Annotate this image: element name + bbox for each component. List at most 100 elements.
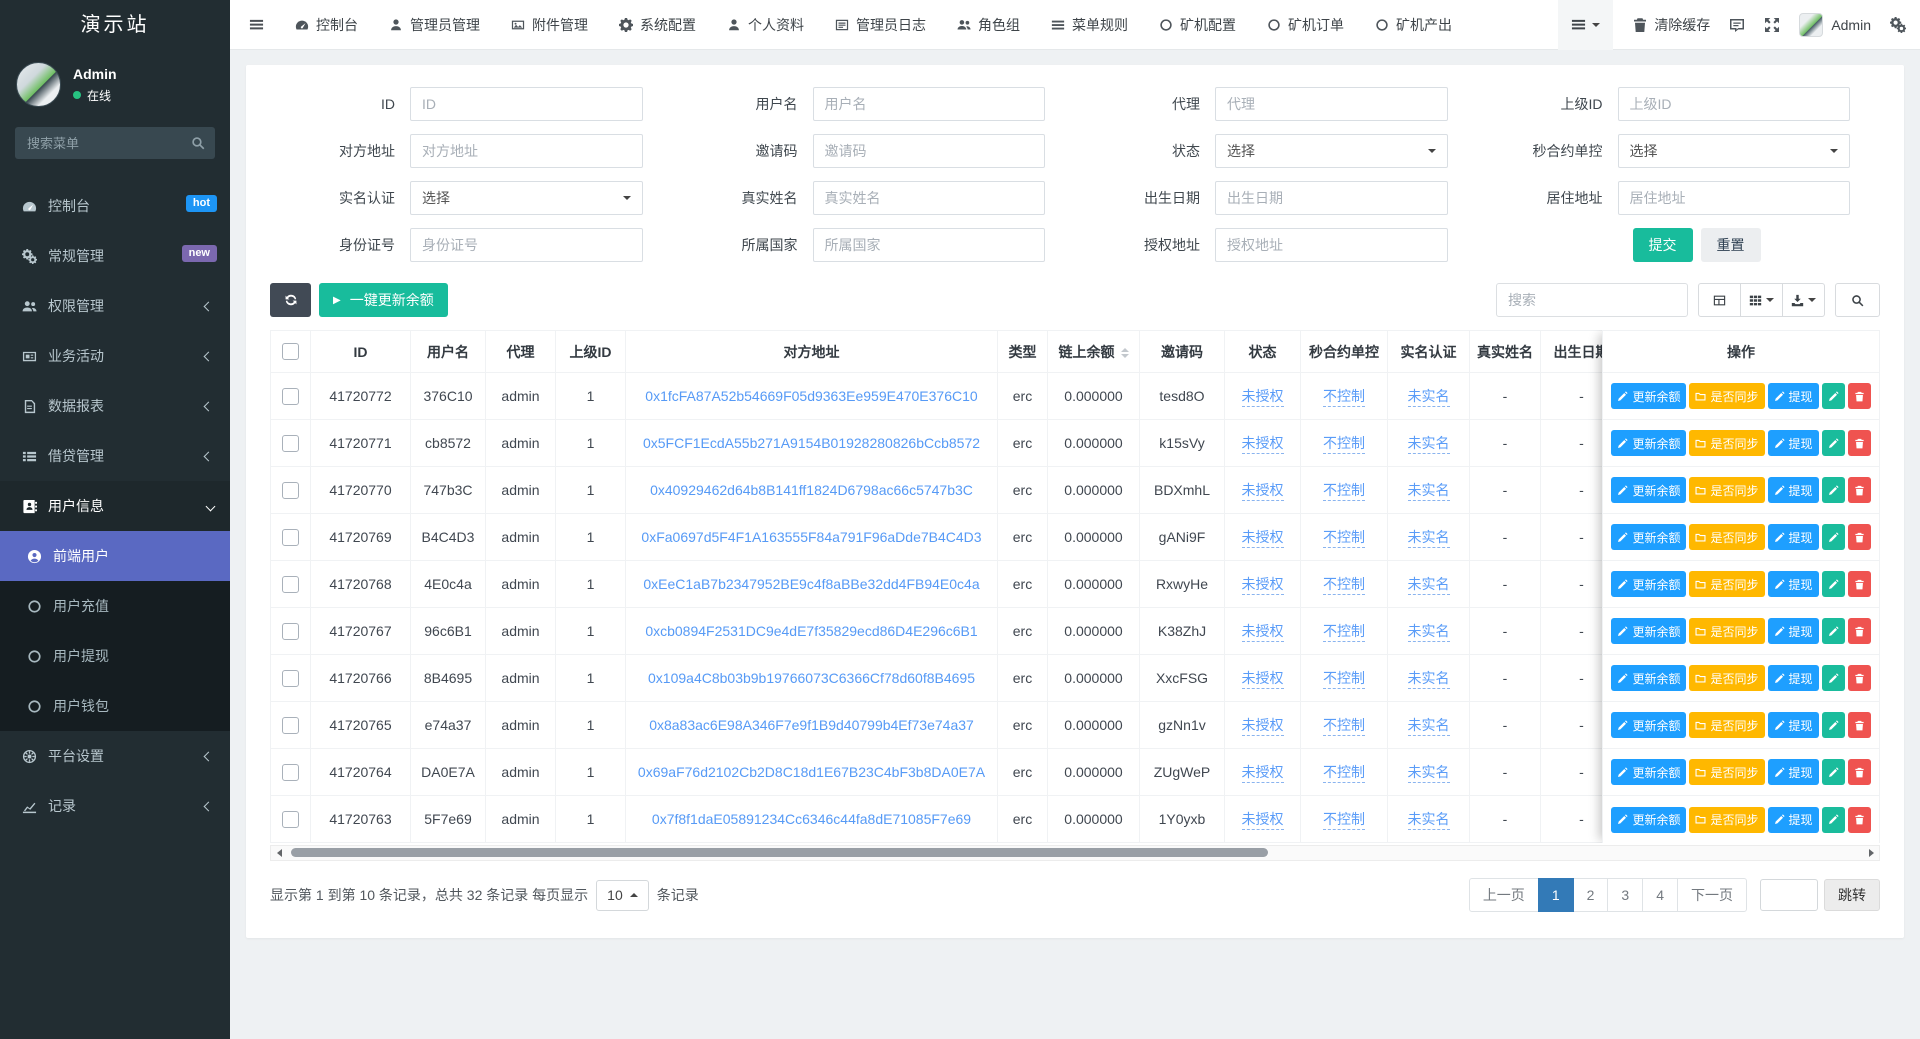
update-balance-button[interactable]: 更新余额 [1611,759,1686,785]
detail-view-button[interactable] [1698,283,1741,317]
export-button[interactable] [1782,283,1825,317]
edit-button[interactable] [1822,665,1845,691]
contract-control-link[interactable]: 不控制 [1323,764,1365,783]
address-link[interactable]: 0x1fcFA87A52b54669F05d9363Ee959E470E376C… [645,388,977,404]
address-link[interactable]: 0x40929462d64b8B141ff1824D6798ac66c5747b… [650,482,973,498]
reset-button[interactable]: 重置 [1701,228,1761,262]
delete-button[interactable] [1848,759,1871,785]
sidebar-toggle-button[interactable] [230,0,283,49]
edit-button[interactable] [1822,383,1845,409]
address-link[interactable]: 0x109a4C8b03b9b19766073C6366Cf78d60f8B46… [648,670,975,686]
status-link[interactable]: 未授权 [1242,811,1284,830]
sidebar-item[interactable]: 借贷管理 [0,431,230,481]
filter-input[interactable] [813,228,1046,262]
filter-input[interactable] [813,181,1046,215]
column-header[interactable]: 链上余额 [1048,331,1140,373]
contract-control-link[interactable]: 不控制 [1323,435,1365,454]
sidebar-item[interactable]: 用户信息 [0,481,230,531]
withdraw-button[interactable]: 提现 [1768,430,1819,456]
filter-input[interactable] [1618,181,1851,215]
search-button[interactable] [1835,283,1880,317]
filter-select[interactable]: 选择 [410,181,643,215]
edit-button[interactable] [1822,712,1845,738]
sync-button[interactable]: 是否同步 [1689,477,1764,503]
withdraw-button[interactable]: 提现 [1768,383,1819,409]
clear-cache-button[interactable]: 清除缓存 [1632,15,1710,35]
edit-button[interactable] [1822,524,1845,550]
sidebar-item[interactable]: 用户提现 [0,631,230,681]
sidebar-item[interactable]: 平台设置 [0,731,230,781]
sidebar-item[interactable]: 记录 [0,781,230,831]
address-link[interactable]: 0xcb0894F2531DC9e4dE7f35829ecd86D4E296c6… [645,623,977,639]
page-size-dropdown[interactable]: 10 [596,880,649,911]
refresh-button[interactable] [270,283,311,317]
address-link[interactable]: 0x5FCF1EcdA55b271A9154B01928280826bCcb85… [643,435,980,451]
update-balance-button[interactable]: 更新余额 [1611,712,1686,738]
table-search-input[interactable] [1496,283,1688,317]
edit-button[interactable] [1822,807,1845,833]
delete-button[interactable] [1848,712,1871,738]
address-link[interactable]: 0x7f8f1daE05891234Cc6346c44fa8dE71085F7e… [652,811,971,827]
settings-icon[interactable] [1890,17,1906,33]
update-balance-button[interactable]: 更新余额 [1611,618,1686,644]
update-balance-button[interactable]: 更新余额 [1611,571,1686,597]
address-link[interactable]: 0x8a83ac6E98A346F7e9f1B9d40799b4Ef73e74a… [649,717,974,733]
status-link[interactable]: 未授权 [1242,670,1284,689]
realname-auth-link[interactable]: 未实名 [1408,482,1450,501]
sidebar-item[interactable]: 用户钱包 [0,681,230,731]
contract-control-link[interactable]: 不控制 [1323,482,1365,501]
sidebar-item[interactable]: 数据报表 [0,381,230,431]
status-link[interactable]: 未授权 [1242,482,1284,501]
page-item[interactable]: 2 [1573,878,1609,912]
sync-button[interactable]: 是否同步 [1689,618,1764,644]
sync-button[interactable]: 是否同步 [1689,759,1764,785]
contract-control-link[interactable]: 不控制 [1323,717,1365,736]
status-link[interactable]: 未授权 [1242,388,1284,407]
sync-button[interactable]: 是否同步 [1689,665,1764,691]
filter-input[interactable] [1215,228,1448,262]
row-checkbox[interactable] [282,388,299,405]
fullscreen-icon[interactable] [1764,17,1780,33]
nav-item[interactable]: 附件管理 [511,15,588,35]
nav-item[interactable]: 菜单规则 [1051,15,1128,35]
update-balance-button[interactable]: 更新余额 [1611,477,1686,503]
edit-button[interactable] [1822,618,1845,644]
filter-select[interactable]: 选择 [1618,134,1851,168]
page-item[interactable]: 上一页 [1469,878,1539,912]
update-balance-button[interactable]: 更新余额 [1611,807,1686,833]
filter-input[interactable] [1215,87,1448,121]
sidebar-item[interactable]: 业务活动 [0,331,230,381]
delete-button[interactable] [1848,618,1871,644]
sidebar-search-input[interactable] [15,127,215,159]
contract-control-link[interactable]: 不控制 [1323,576,1365,595]
realname-auth-link[interactable]: 未实名 [1408,811,1450,830]
withdraw-button[interactable]: 提现 [1768,665,1819,691]
realname-auth-link[interactable]: 未实名 [1408,529,1450,548]
horizontal-scrollbar[interactable] [270,845,1880,861]
realname-auth-link[interactable]: 未实名 [1408,388,1450,407]
update-balance-button[interactable]: 更新余额 [1611,430,1686,456]
nav-item[interactable]: 矿机配置 [1159,15,1236,35]
withdraw-button[interactable]: 提现 [1768,712,1819,738]
row-checkbox[interactable] [282,482,299,499]
status-link[interactable]: 未授权 [1242,435,1284,454]
scrollbar-thumb[interactable] [291,848,1268,857]
language-icon[interactable] [1729,17,1745,33]
status-link[interactable]: 未授权 [1242,764,1284,783]
status-link[interactable]: 未授权 [1242,576,1284,595]
filter-input[interactable] [410,87,643,121]
contract-control-link[interactable]: 不控制 [1323,670,1365,689]
delete-button[interactable] [1848,807,1871,833]
delete-button[interactable] [1848,383,1871,409]
address-link[interactable]: 0x69aF76d2102Cb2D8C18d1E67B23C4bF3b8DA0E… [638,764,985,780]
sidebar-item[interactable]: 常规管理new [0,231,230,281]
filter-input[interactable] [1215,181,1448,215]
edit-button[interactable] [1822,430,1845,456]
nav-item[interactable]: 控制台 [295,15,358,35]
update-balance-button[interactable]: 更新余额 [1611,524,1686,550]
delete-button[interactable] [1848,477,1871,503]
status-link[interactable]: 未授权 [1242,529,1284,548]
filter-input[interactable] [813,134,1046,168]
address-link[interactable]: 0xEeC1aB7b2347952BE9c4f8aBBe32dd4FB94E0c… [643,576,979,592]
sync-button[interactable]: 是否同步 [1689,383,1764,409]
